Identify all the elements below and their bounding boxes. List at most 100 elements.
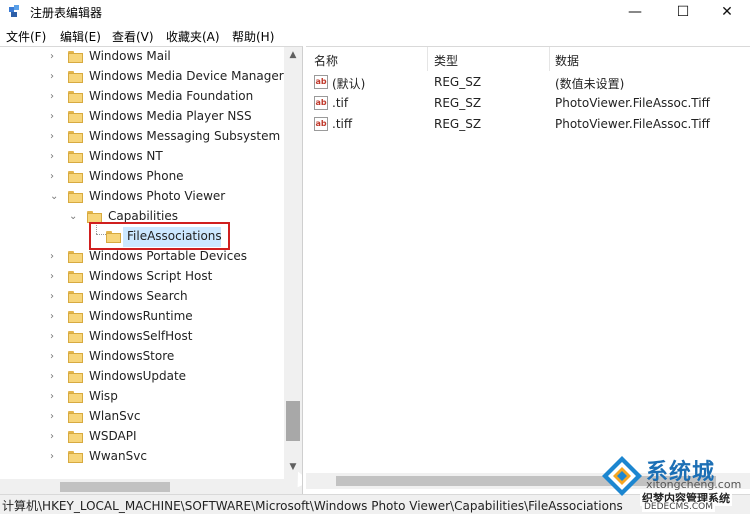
expand-chevron-icon[interactable]: › (50, 52, 60, 62)
tree-item[interactable]: › WwanSvc (0, 448, 284, 468)
expand-chevron-icon[interactable]: › (50, 92, 60, 102)
menu-edit[interactable]: 编辑(E) (60, 28, 101, 45)
tree-item-label: WwanSvc (89, 449, 147, 463)
values-list[interactable]: 名称 类型 数据 ab (默认) REG_SZ (数值未设置) ab .tif REG_SZ… (306, 46, 750, 495)
collapse-chevron-icon[interactable]: ⌄ (69, 212, 79, 222)
value-type: REG_SZ (434, 96, 482, 110)
expand-chevron-icon[interactable]: › (50, 112, 60, 122)
tree-item-label: Capabilities (108, 209, 178, 223)
column-name-header[interactable]: 名称 (314, 52, 338, 69)
expand-chevron-icon[interactable]: › (50, 332, 60, 342)
tree-item[interactable]: › Windows Media Foundation (0, 88, 284, 108)
folder-icon (68, 111, 83, 123)
string-value-icon: ab (314, 96, 328, 110)
folder-icon (68, 131, 83, 143)
registry-tree[interactable]: › Windows Mail › Windows Media Device Manag… (0, 46, 303, 495)
tree-item[interactable]: › WindowsStore (0, 348, 284, 368)
tree-item[interactable]: ⌄ Windows Photo Viewer (0, 188, 284, 208)
tree-item[interactable]: › WindowsRuntime (0, 308, 284, 328)
menu-view[interactable]: 查看(V) (112, 28, 154, 45)
expand-chevron-icon[interactable]: › (50, 352, 60, 362)
list-header: 名称 类型 数据 (306, 47, 750, 71)
tree-item[interactable]: › Windows Messaging Subsystem (0, 128, 284, 148)
tree-item-label: Windows Messaging Subsystem (89, 129, 281, 143)
string-value-icon: ab (314, 117, 328, 131)
tree-item[interactable]: › WlanSvc (0, 408, 284, 428)
expand-chevron-icon[interactable]: › (50, 272, 60, 282)
tree-item-label: WindowsSelfHost (89, 329, 193, 343)
expand-chevron-icon[interactable]: › (50, 292, 60, 302)
folder-icon (68, 91, 83, 103)
expand-chevron-icon[interactable]: › (50, 452, 60, 462)
scroll-up-icon[interactable]: ▲ (284, 47, 302, 63)
value-data: PhotoViewer.FileAssoc.Tiff (555, 117, 710, 131)
column-divider[interactable] (549, 47, 550, 71)
column-type-header[interactable]: 类型 (434, 52, 458, 69)
menu-file[interactable]: 文件(F) (6, 28, 46, 45)
tree-item[interactable]: › Wisp (0, 388, 284, 408)
tree-item[interactable]: › WindowsUpdate (0, 368, 284, 388)
expand-chevron-icon[interactable]: › (50, 72, 60, 82)
expand-chevron-icon[interactable]: › (50, 132, 60, 142)
tree-item-label: Windows Media Player NSS (89, 109, 252, 123)
tree-item-label: Windows Phone (89, 169, 184, 183)
list-item[interactable]: ab .tif REG_SZ PhotoViewer.FileAssoc.Tiff (306, 93, 750, 114)
menu-favorites[interactable]: 收藏夹(A) (166, 28, 220, 45)
string-value-icon: ab (314, 75, 328, 89)
expand-chevron-icon[interactable]: › (50, 372, 60, 382)
tree-item[interactable]: › Windows Mail (0, 48, 284, 68)
tree-item-label: WindowsStore (89, 349, 175, 363)
window-title: 注册表编辑器 (30, 6, 103, 20)
tree-item-label: WSDAPI (89, 429, 137, 443)
minimize-icon: — (628, 4, 642, 20)
close-button[interactable]: ✕ (704, 0, 750, 24)
tree-item[interactable]: › Windows Media Player NSS (0, 108, 284, 128)
watermark: 系统城 xitongcheng.com 织梦内容管理系统 DEDECMS.COM (600, 452, 750, 512)
expand-chevron-icon[interactable]: › (50, 432, 60, 442)
tree-vertical-scrollbar[interactable]: ▲ ▼ (284, 47, 302, 479)
expand-chevron-icon[interactable]: › (50, 392, 60, 402)
folder-icon (68, 171, 83, 183)
folder-icon (68, 271, 83, 283)
folder-icon (68, 151, 83, 163)
folder-icon (68, 311, 83, 323)
expand-chevron-icon[interactable]: › (50, 312, 60, 322)
tree-item-label: WindowsUpdate (89, 369, 187, 383)
maximize-button[interactable]: ☐ (660, 0, 706, 24)
expand-chevron-icon[interactable]: › (50, 252, 60, 262)
expand-chevron-icon[interactable]: › (50, 172, 60, 182)
list-item[interactable]: ab (默认) REG_SZ (数值未设置) (306, 72, 750, 93)
expand-chevron-icon[interactable]: › (50, 152, 60, 162)
list-item[interactable]: ab .tiff REG_SZ PhotoViewer.FileAssoc.Tiff (306, 114, 750, 135)
tree-item-label: Windows Portable Devices (89, 249, 247, 263)
tree-item-label: Wisp (89, 389, 118, 403)
folder-icon (68, 431, 83, 443)
tree-item-label: WindowsRuntime (89, 309, 193, 323)
folder-icon (68, 51, 83, 63)
scroll-thumb[interactable] (286, 401, 300, 441)
tree-item[interactable]: › Windows NT (0, 148, 284, 168)
value-data: PhotoViewer.FileAssoc.Tiff (555, 96, 710, 110)
value-data: (数值未设置) (555, 77, 625, 91)
expand-chevron-icon[interactable]: › (50, 412, 60, 422)
tree-item[interactable]: › WindowsSelfHost (0, 328, 284, 348)
minimize-button[interactable]: — (612, 0, 658, 24)
regedit-app-icon (9, 5, 19, 17)
scroll-thumb[interactable] (60, 482, 170, 492)
tree-item[interactable]: › Windows Portable Devices (0, 248, 284, 268)
tree-item[interactable]: › Windows Script Host (0, 268, 284, 288)
key-path: 计算机\HKEY_LOCAL_MACHINE\SOFTWARE\Microsof… (2, 499, 623, 513)
tree-horizontal-scrollbar[interactable] (0, 479, 302, 495)
tree-item[interactable]: › Windows Media Device Manager (0, 68, 284, 88)
watermark-cms-url: DEDECMS.COM (642, 502, 715, 512)
tree-item[interactable]: › Windows Search (0, 288, 284, 308)
tree-item[interactable]: › WSDAPI (0, 428, 284, 448)
tree-item[interactable]: › Windows Phone (0, 168, 284, 188)
collapse-chevron-icon[interactable]: ⌄ (50, 192, 60, 202)
menu-help[interactable]: 帮助(H) (232, 28, 274, 45)
value-type: REG_SZ (434, 75, 482, 89)
folder-icon (68, 331, 83, 343)
column-data-header[interactable]: 数据 (555, 52, 579, 69)
tree-item-label: Windows NT (89, 149, 163, 163)
column-divider[interactable] (427, 47, 428, 71)
